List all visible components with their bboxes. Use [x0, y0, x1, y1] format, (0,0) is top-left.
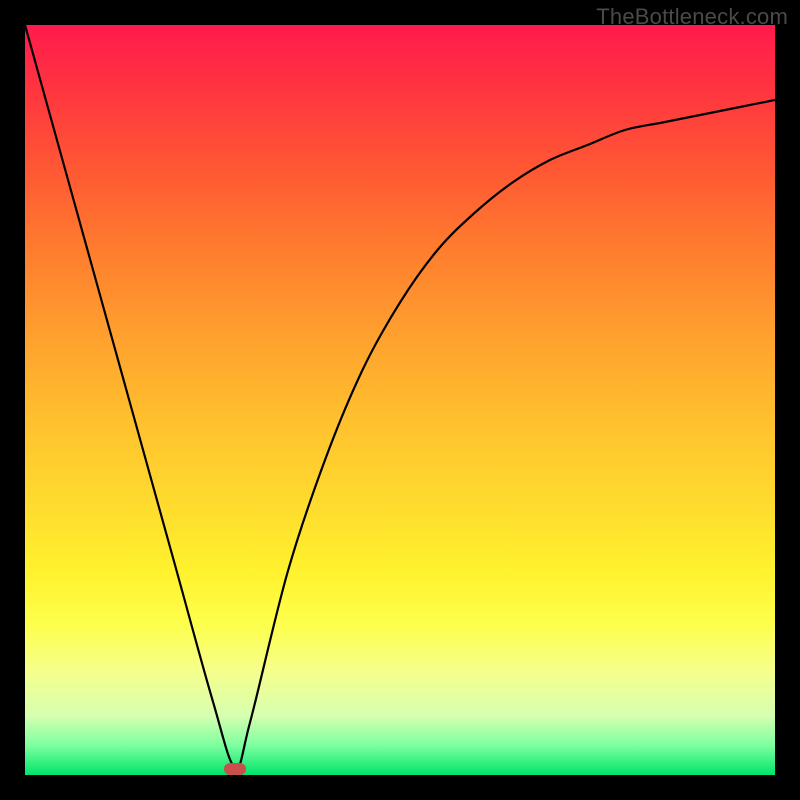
bottleneck-curve	[25, 25, 775, 775]
plot-frame	[25, 25, 775, 775]
minimum-marker	[224, 763, 246, 775]
